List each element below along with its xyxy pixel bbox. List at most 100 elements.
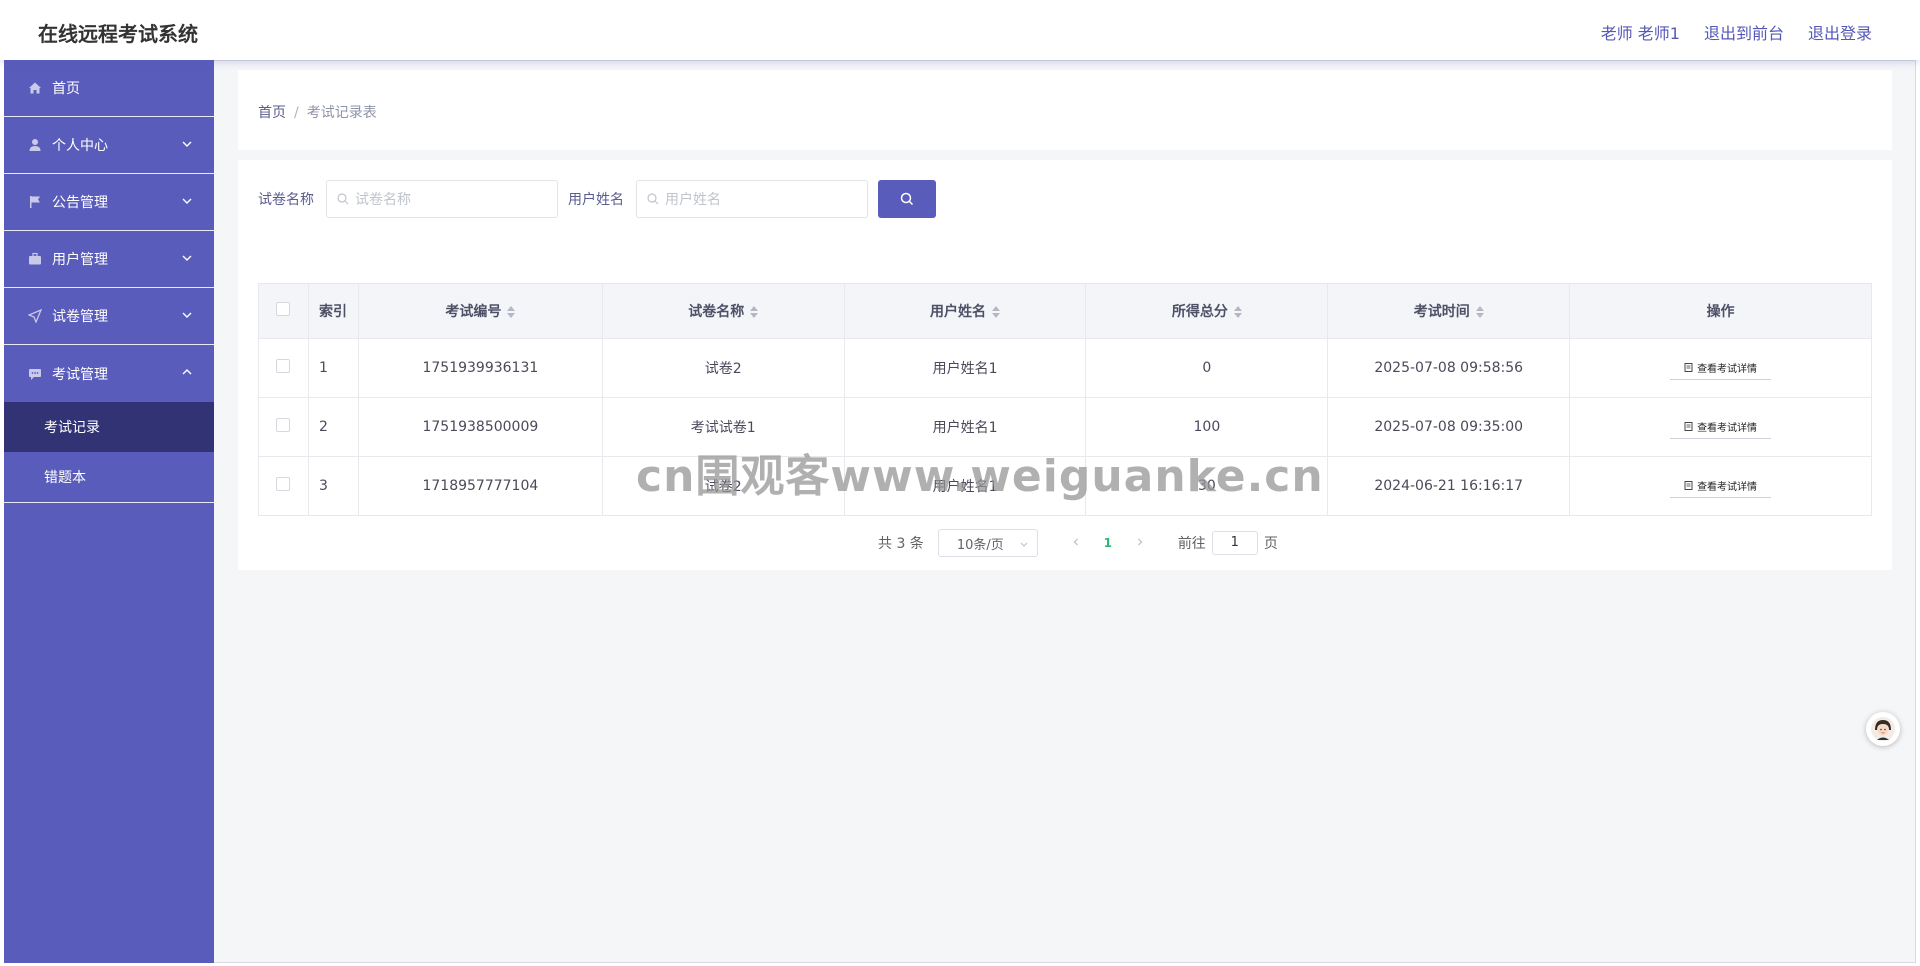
app-title: 在线远程考试系统 — [38, 22, 198, 46]
search-button[interactable] — [878, 180, 936, 218]
cell-total-score: 0 — [1085, 338, 1329, 398]
sidebar-subitem-label: 错题本 — [44, 470, 86, 486]
avatar-icon — [1871, 717, 1895, 741]
header-exam-no[interactable]: 考试编号 — [357, 283, 603, 339]
select-all-checkbox[interactable] — [276, 302, 291, 316]
sidebar-item-announcements[interactable]: 公告管理 — [4, 174, 214, 231]
sidebar-item-label: 公告管理 — [52, 195, 108, 211]
top-header: 在线远程考试系统 老师 老师1 退出到前台 退出登录 — [0, 0, 1920, 60]
document-icon — [1684, 363, 1693, 372]
cell-exam-time: 2025-07-08 09:35:00 — [1327, 397, 1571, 457]
cell-exam-no: 1751939936131 — [357, 338, 603, 398]
paper-name-label: 试卷名称 — [258, 192, 314, 208]
sidebar-item-exams[interactable]: 考试管理 — [4, 345, 214, 402]
watermark: cn围观客www.weiguanke.cn — [636, 451, 1324, 502]
header-exam-time[interactable]: 考试时间 — [1327, 283, 1571, 339]
breadcrumb-home[interactable]: 首页 — [258, 105, 286, 121]
view-detail-label: 查看考试详情 — [1697, 423, 1758, 434]
sidebar-subitem-exam-records[interactable]: 考试记录 — [4, 402, 214, 452]
breadcrumb: 首页 / 考试记录表 — [258, 102, 377, 122]
cell-index: 2 — [307, 397, 359, 457]
table-row: 1 1751939936131 试卷2 用户姓名1 0 2025-07-08 0… — [258, 338, 1872, 398]
header-label: 用户姓名 — [930, 304, 987, 320]
header-label: 考试时间 — [1413, 304, 1470, 320]
row-checkbox[interactable] — [276, 359, 291, 373]
chevron-down-icon — [1020, 542, 1028, 547]
chevron-right-icon — [1137, 538, 1143, 546]
goto-page-input[interactable]: 1 — [1211, 531, 1258, 555]
row-select-cell — [258, 397, 309, 457]
paper-name-input[interactable]: 试卷名称 — [326, 180, 558, 218]
search-icon — [337, 193, 349, 205]
cell-exam-time: 2025-07-08 09:58:56 — [1327, 338, 1571, 398]
user-icon — [28, 138, 42, 152]
sort-icon[interactable] — [1475, 306, 1484, 318]
paper-name-placeholder: 试卷名称 — [355, 192, 411, 208]
header-label: 试卷名称 — [688, 304, 745, 320]
search-icon — [900, 192, 914, 206]
cell-index: 1 — [307, 338, 359, 398]
sidebar-item-users[interactable]: 用户管理 — [4, 231, 214, 288]
current-user-label[interactable]: 老师 老师1 — [1601, 20, 1680, 44]
row-select-cell — [258, 338, 309, 398]
row-select-cell — [258, 456, 309, 516]
cell-exam-no: 1751938500009 — [357, 397, 603, 457]
floating-avatar[interactable] — [1866, 712, 1900, 746]
user-name-placeholder: 用户姓名 — [665, 192, 721, 208]
sidebar-subitem-label: 考试记录 — [44, 420, 100, 436]
sidebar-item-label: 试卷管理 — [52, 309, 108, 325]
cell-user-name: 用户姓名1 — [843, 338, 1087, 398]
prev-page-button[interactable] — [1066, 535, 1086, 551]
sidebar-item-home[interactable]: 首页 — [4, 60, 214, 117]
user-name-label: 用户姓名 — [568, 192, 624, 208]
chevron-down-icon — [182, 141, 192, 147]
pagination-total: 共 3 条 — [878, 536, 924, 552]
next-page-button[interactable] — [1130, 535, 1150, 551]
header-paper-name[interactable]: 试卷名称 — [601, 283, 845, 339]
sort-icon[interactable] — [1233, 306, 1242, 318]
header-index: 索引 — [307, 283, 359, 339]
cell-exam-no: 1718957777104 — [357, 456, 603, 516]
goto-label: 前往 — [1177, 536, 1206, 552]
document-icon — [1684, 422, 1693, 431]
cell-actions: 查看考试详情 — [1569, 397, 1872, 457]
sort-icon[interactable] — [507, 306, 516, 318]
document-icon — [1684, 481, 1693, 490]
page-size-select[interactable]: 10条/页 — [937, 529, 1038, 557]
user-name-input[interactable]: 用户姓名 — [636, 180, 868, 218]
briefcase-icon — [28, 252, 42, 266]
sidebar-item-label: 首页 — [52, 81, 80, 97]
row-checkbox[interactable] — [276, 477, 291, 491]
header-label: 考试编号 — [445, 304, 502, 320]
view-detail-button[interactable]: 查看考试详情 — [1670, 474, 1772, 498]
sidebar-item-papers[interactable]: 试卷管理 — [4, 288, 214, 345]
sort-icon[interactable] — [750, 306, 759, 318]
chevron-down-icon — [182, 255, 192, 261]
header-actions: 操作 — [1569, 283, 1872, 339]
chevron-left-icon — [1073, 538, 1078, 546]
view-detail-button[interactable]: 查看考试详情 — [1670, 356, 1772, 380]
cell-index: 3 — [307, 456, 359, 516]
header-user-name[interactable]: 用户姓名 — [843, 283, 1087, 339]
page-number-current[interactable]: 1 — [1096, 536, 1120, 550]
flag-icon — [28, 195, 42, 209]
sidebar-item-personal-center[interactable]: 个人中心 — [4, 117, 214, 174]
logout-link[interactable]: 退出登录 — [1808, 20, 1872, 44]
sort-icon[interactable] — [992, 306, 1001, 318]
sidebar-subitem-wrong-book[interactable]: 错题本 — [4, 452, 214, 502]
header-total-score[interactable]: 所得总分 — [1085, 283, 1329, 339]
page-suffix: 页 — [1263, 536, 1278, 552]
row-checkbox[interactable] — [276, 418, 291, 432]
view-detail-label: 查看考试详情 — [1697, 364, 1758, 375]
cell-paper-name: 试卷2 — [601, 338, 845, 398]
sidebar-item-label: 个人中心 — [52, 138, 108, 154]
breadcrumb-current: 考试记录表 — [306, 105, 377, 121]
send-icon — [28, 309, 42, 323]
breadcrumb-card: 首页 / 考试记录表 — [238, 70, 1892, 150]
breadcrumb-separator: / — [294, 105, 299, 121]
view-detail-button[interactable]: 查看考试详情 — [1670, 415, 1772, 439]
home-icon — [28, 81, 42, 95]
back-to-front-link[interactable]: 退出到前台 — [1704, 20, 1784, 44]
sidebar-divider — [4, 502, 214, 503]
sidebar: 首页 个人中心 公告管理 用户管理 试卷管理 考试管理 考试记录 错题本 — [4, 60, 214, 963]
